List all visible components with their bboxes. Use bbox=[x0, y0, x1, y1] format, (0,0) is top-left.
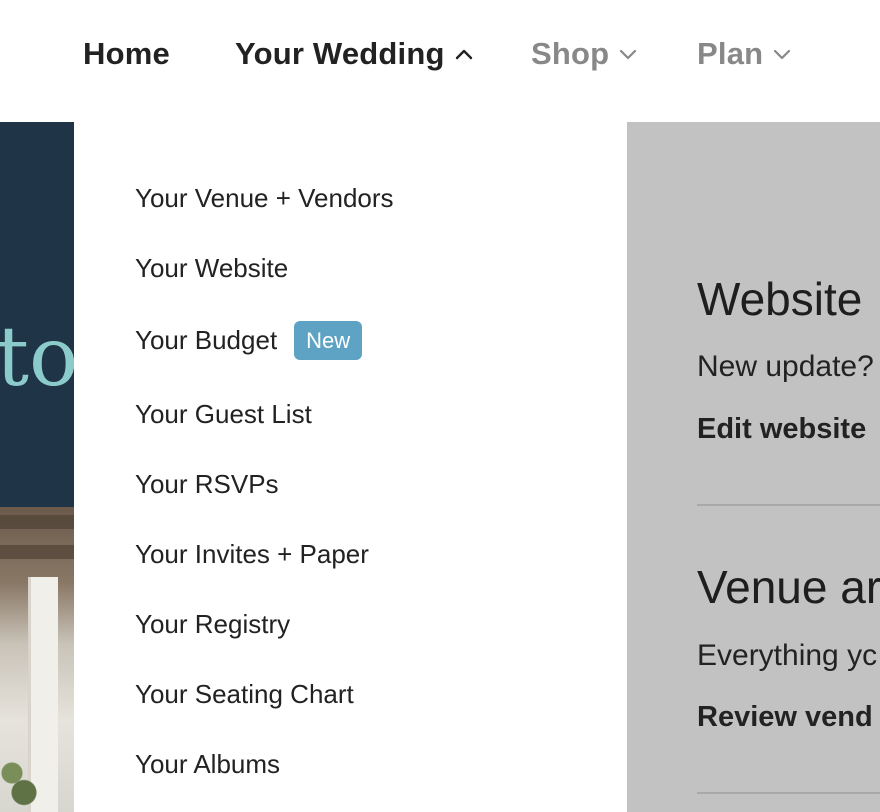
menu-item-website[interactable]: Your Website bbox=[135, 248, 288, 288]
menu-item-label: Your RSVPs bbox=[135, 468, 279, 499]
section-title-venue: Venue ar bbox=[697, 561, 880, 613]
divider bbox=[697, 792, 880, 794]
hero-dark-block: to bbox=[0, 122, 74, 507]
menu-item-label: Your Seating Chart bbox=[135, 678, 354, 709]
menu-item-label: Your Albums bbox=[135, 748, 281, 779]
menu-item-label: Your Guest List bbox=[135, 398, 312, 429]
menu-item-seating-chart[interactable]: Your Seating Chart bbox=[135, 674, 354, 714]
hero-heading: to bbox=[0, 310, 74, 405]
menu-item-budget[interactable]: Your Budget New bbox=[135, 320, 363, 360]
section-desc-website: New update? bbox=[697, 350, 874, 383]
menu-item-label: Your Registry bbox=[135, 608, 291, 639]
section-desc-venue: Everything yc bbox=[697, 639, 878, 672]
chevron-down-icon bbox=[773, 48, 791, 60]
dashboard-panel: Website New update? Edit website Venue a… bbox=[627, 122, 880, 812]
review-vendors-link[interactable]: Review vend bbox=[697, 701, 873, 734]
hero-banner: to bbox=[0, 122, 74, 812]
nav-plan-label: Plan bbox=[697, 36, 764, 71]
menu-item-rsvps[interactable]: Your RSVPs bbox=[135, 464, 279, 504]
pergola-beam bbox=[0, 515, 74, 529]
menu-item-venue-vendors[interactable]: Your Venue + Vendors bbox=[135, 178, 394, 218]
menu-item-invites-paper[interactable]: Your Invites + Paper bbox=[135, 534, 369, 574]
nav-your-wedding[interactable]: Your Wedding bbox=[235, 34, 473, 74]
chevron-down-icon bbox=[619, 48, 637, 60]
chevron-up-icon bbox=[455, 48, 473, 60]
nav-shop[interactable]: Shop bbox=[531, 34, 637, 74]
pergola-beam bbox=[0, 545, 74, 559]
edit-website-link[interactable]: Edit website bbox=[697, 413, 866, 446]
menu-item-albums[interactable]: Your Albums bbox=[135, 744, 280, 784]
nav-home[interactable]: Home bbox=[83, 34, 170, 74]
divider bbox=[697, 504, 880, 506]
plant bbox=[0, 747, 40, 812]
hero-photo bbox=[0, 507, 74, 812]
menu-item-label: Your Budget bbox=[135, 324, 278, 355]
menu-item-label: Your Website bbox=[135, 252, 289, 283]
nav-home-label: Home bbox=[83, 36, 170, 71]
menu-item-registry[interactable]: Your Registry bbox=[135, 604, 290, 644]
your-wedding-dropdown: Your Venue + Vendors Your Website Your B… bbox=[74, 122, 627, 812]
top-nav: Home Your Wedding Shop Plan bbox=[0, 0, 880, 122]
new-badge: New bbox=[294, 320, 363, 360]
menu-item-label: Your Invites + Paper bbox=[135, 538, 369, 569]
nav-shop-label: Shop bbox=[531, 36, 610, 71]
section-title-website: Website bbox=[697, 273, 863, 325]
nav-plan[interactable]: Plan bbox=[697, 34, 791, 74]
nav-your-wedding-label: Your Wedding bbox=[235, 36, 445, 71]
menu-item-label: Your Venue + Vendors bbox=[135, 182, 394, 213]
menu-item-guest-list[interactable]: Your Guest List bbox=[135, 394, 312, 434]
